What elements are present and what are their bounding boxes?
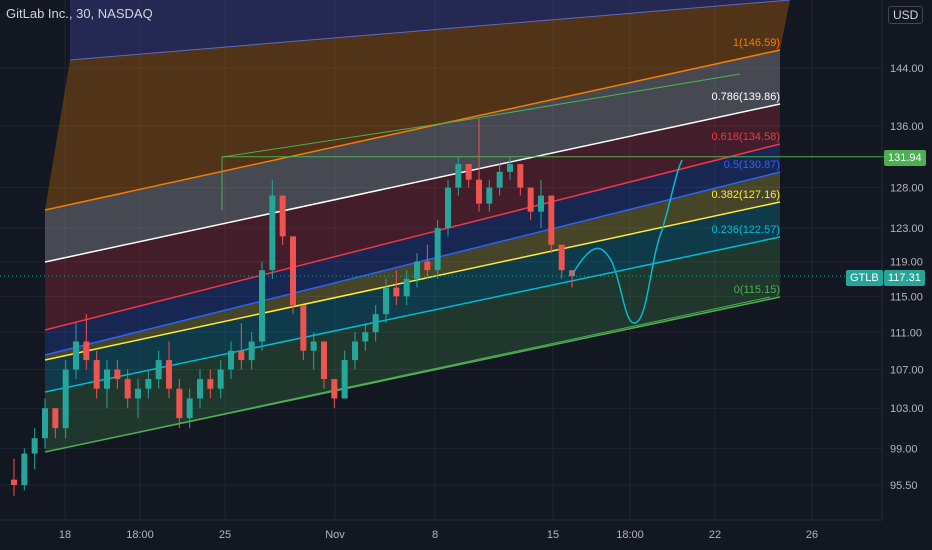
x-tick-label: 22 — [709, 529, 721, 541]
x-tick-label: 25 — [219, 529, 231, 541]
symbol-title: GitLab Inc., 30, NASDAQ — [6, 6, 153, 21]
x-tick-label: 18 — [59, 529, 71, 541]
candle-body — [434, 228, 441, 271]
candle-body — [372, 314, 379, 333]
fib-level-label: 0.5(130.87) — [724, 159, 780, 171]
x-tick-label: 18:00 — [126, 529, 154, 541]
candle-body — [527, 187, 534, 212]
candle-body — [93, 360, 100, 389]
symbol-tag: GTLB — [846, 270, 883, 286]
fib-level-label: 0(115.15) — [734, 284, 780, 296]
fib-level-label: 0.786(139.86) — [712, 91, 781, 103]
fib-level-label: 0.236(122.57) — [712, 224, 781, 236]
candle-body — [465, 164, 472, 180]
candle-body — [31, 438, 38, 454]
candle-body — [310, 341, 317, 351]
candle-body — [207, 379, 214, 389]
candle-body — [176, 388, 183, 419]
fib-level-label: 1(146.59) — [733, 37, 780, 49]
candle-body — [507, 164, 513, 172]
candle-body — [290, 236, 296, 306]
candle-body — [383, 287, 389, 315]
candle-body — [321, 341, 327, 380]
candle-body — [341, 360, 348, 399]
candle-body — [135, 388, 141, 399]
candle-body — [496, 171, 503, 188]
candle-body — [259, 270, 265, 342]
x-tick-label: 15 — [547, 529, 559, 541]
candle-body — [83, 341, 90, 361]
x-tick-label: Nov — [325, 529, 345, 541]
candle-body — [73, 341, 79, 370]
y-tick-label: 95.50 — [890, 480, 918, 492]
candle-body — [538, 195, 544, 212]
candle-body — [124, 379, 131, 399]
candle-body — [476, 179, 482, 204]
candle-body — [558, 244, 565, 271]
candle-body — [228, 350, 234, 370]
candle-body — [145, 379, 152, 389]
candle-body — [517, 164, 524, 188]
candle-body — [238, 350, 245, 361]
candle-body — [248, 341, 255, 361]
candle-body — [197, 379, 203, 399]
y-tick-label: 119.00 — [890, 257, 923, 269]
horizontal-line-price-tag: 131.94 — [884, 150, 926, 166]
fib-level-label: 0.618(134.58) — [712, 131, 781, 143]
y-tick-label: 111.00 — [890, 327, 922, 339]
candle-body — [300, 305, 307, 351]
candle-body — [362, 332, 369, 342]
last-price-tag: 117.31 — [884, 270, 925, 286]
candle-body — [486, 187, 493, 204]
candle-body — [42, 408, 48, 439]
candle-body — [155, 360, 162, 380]
candle-body — [393, 287, 400, 297]
candle-body — [352, 341, 358, 361]
y-tick-label: 107.00 — [890, 365, 924, 377]
candle-body — [269, 195, 276, 271]
y-tick-label: 103.00 — [890, 403, 924, 415]
y-tick-label: 123.00 — [890, 223, 924, 235]
currency-selector[interactable]: USD — [888, 6, 924, 24]
y-tick-label: 128.00 — [890, 183, 924, 195]
candle-body — [104, 369, 110, 389]
candle-body — [11, 479, 17, 485]
candle-body — [217, 369, 224, 389]
x-tick-label: 26 — [806, 529, 818, 541]
candle-body — [166, 360, 172, 389]
y-tick-label: 136.00 — [890, 121, 924, 133]
x-tick-label: 18:00 — [616, 529, 644, 541]
y-tick-label: 144.00 — [890, 63, 924, 75]
x-tick-label: 8 — [432, 529, 438, 541]
candle-body — [186, 398, 193, 419]
y-tick-label: 99.00 — [890, 443, 918, 455]
candle-body — [403, 278, 410, 297]
price-chart[interactable]: 1(146.59) 0.786(139.86) 0.618(134.58) 0.5(1… — [0, 0, 932, 550]
candle-body — [331, 379, 338, 399]
candle-body — [114, 369, 121, 380]
fib-level-label: 0.382(127.16) — [712, 189, 781, 201]
candle-body — [62, 369, 69, 429]
candle-body — [455, 164, 462, 188]
candle-body — [424, 261, 431, 271]
candle-body — [52, 408, 59, 429]
candle-body — [445, 187, 451, 229]
y-tick-label: 115.00 — [890, 291, 923, 303]
candle-body — [548, 195, 555, 245]
candle-body — [279, 195, 286, 237]
candle-body — [21, 453, 28, 485]
